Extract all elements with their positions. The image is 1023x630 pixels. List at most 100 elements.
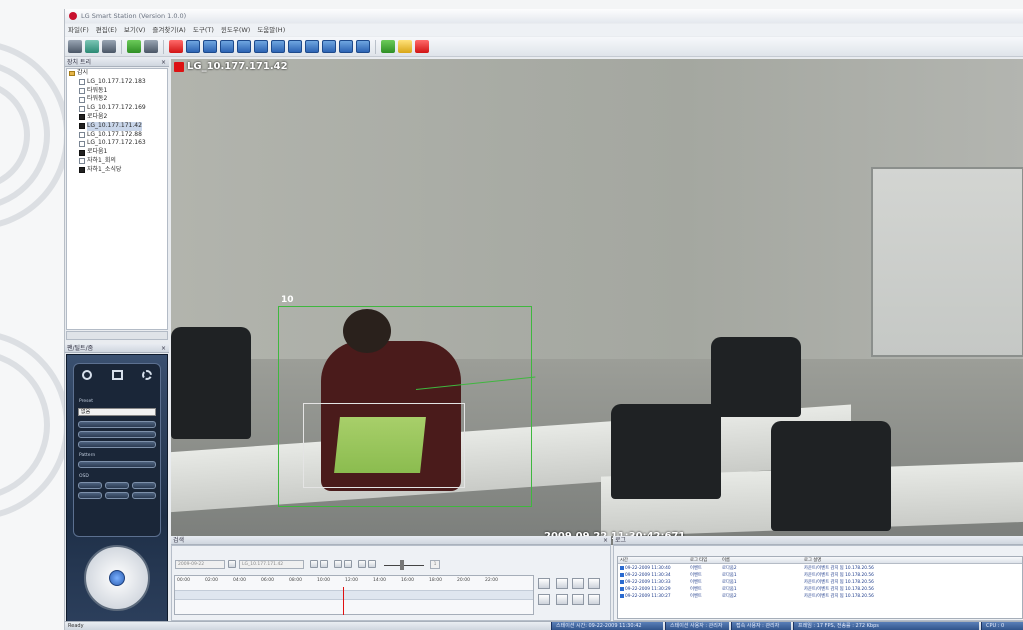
menu-file[interactable]: 파일(F)	[68, 24, 89, 36]
menu-favorites[interactable]: 즐겨찾기(A)	[152, 24, 185, 36]
focus-icon[interactable]	[112, 370, 123, 380]
log-row[interactable]: 09-22-2009 11:30:34 이벤트 로다움1 카운트/이벤트 감지 …	[618, 572, 1022, 579]
monitor-8-icon[interactable]	[305, 40, 319, 53]
menu-edit[interactable]: 편집(E)	[96, 24, 117, 36]
zoom-out-icon[interactable]	[310, 560, 318, 568]
status-cpu: CPU : 0	[981, 622, 1023, 630]
zoom-icon[interactable]	[82, 370, 92, 380]
monitor-5-icon[interactable]	[254, 40, 268, 53]
play-icon[interactable]	[358, 560, 366, 568]
chart-icon[interactable]	[398, 40, 412, 53]
monitor-10-icon[interactable]	[339, 40, 353, 53]
backup-button[interactable]	[556, 594, 568, 605]
zoom-in-icon[interactable]	[320, 560, 328, 568]
tree-node[interactable]: 자하1_회의	[67, 157, 167, 166]
log-row[interactable]: 09-22-2009 11:30:29 이벤트 로다움1 카운트/이벤트 감지 …	[618, 586, 1022, 593]
tree-node[interactable]: LG_10.177.172.163	[67, 139, 167, 148]
close-icon[interactable]	[415, 40, 429, 53]
preset-select[interactable]: 없음	[78, 408, 156, 416]
add-icon[interactable]	[381, 40, 395, 53]
tree-node[interactable]: 자하1_소식당	[67, 166, 167, 175]
tree-node[interactable]: LG_10.177.172.183	[67, 78, 167, 87]
log-row[interactable]: 09-22-2009 11:30:27 이벤트 로다움2 카운트/이벤트 감지 …	[618, 593, 1022, 600]
monitor-4-icon[interactable]	[237, 40, 251, 53]
timeline-prev-button[interactable]	[538, 578, 550, 589]
osd-up-button[interactable]	[105, 482, 129, 489]
monitor-3-icon[interactable]	[220, 40, 234, 53]
iris-icon[interactable]	[142, 370, 152, 380]
tree-node[interactable]: LG_10.177.172.169	[67, 104, 167, 113]
osd-left-button[interactable]	[78, 492, 102, 499]
monitor-11-icon[interactable]	[356, 40, 370, 53]
home-icon[interactable]	[109, 570, 125, 586]
ptz-joystick[interactable]	[84, 545, 150, 611]
camera-icon	[79, 87, 85, 94]
forward-button[interactable]	[588, 578, 600, 589]
column-header-description[interactable]: 로그 설명	[804, 557, 1020, 564]
video-view[interactable]: 10 LG_10.177.171.42 2009.09.22 11:30:42:…	[171, 59, 1023, 545]
ptz-panel-close-button[interactable]: ×	[161, 344, 166, 353]
monitor-9-icon[interactable]	[322, 40, 336, 53]
monitor-1-icon[interactable]	[186, 40, 200, 53]
step-forward-icon[interactable]	[344, 560, 352, 568]
rewind-button[interactable]	[556, 578, 568, 589]
preset-set-button[interactable]	[78, 421, 156, 428]
column-header-time[interactable]: 시간	[620, 557, 688, 564]
network-icon[interactable]	[127, 40, 141, 53]
menu-help[interactable]: 도움말(H)	[257, 24, 285, 36]
menu-view[interactable]: 보기(V)	[124, 24, 145, 36]
timeline-next-button[interactable]	[538, 594, 550, 605]
menu-tools[interactable]: 도구(T)	[193, 24, 214, 36]
event-icon	[620, 565, 624, 570]
print-icon[interactable]	[144, 40, 158, 53]
video-chair	[171, 327, 251, 439]
timeline-track[interactable]	[175, 590, 533, 600]
camera-label: LG_10.177.171.42	[171, 61, 288, 72]
speed-value[interactable]: 1	[430, 560, 440, 569]
tree-node[interactable]: 로다움1	[67, 148, 167, 157]
record-icon[interactable]	[169, 40, 183, 53]
tree-panel-close-button[interactable]: ×	[161, 58, 166, 67]
screen-layout-icon[interactable]	[68, 40, 82, 53]
calendar-icon[interactable]	[228, 560, 236, 568]
speed-slider-track[interactable]	[384, 565, 424, 566]
tree-node-selected[interactable]: LG_10.177.171.42	[67, 121, 167, 131]
menu-window[interactable]: 윈도우(W)	[221, 24, 250, 36]
tree-node[interactable]: 로다움2	[67, 113, 167, 122]
monitor-6-icon[interactable]	[271, 40, 285, 53]
tree-node[interactable]: 타워동1	[67, 87, 167, 96]
search-date-field[interactable]: 2009-09-22	[175, 560, 225, 569]
osd-enter-button[interactable]	[78, 482, 102, 489]
search-panel: 2009-09-22 LG_10.177.171.42 1 00:00 02:0…	[171, 545, 611, 621]
gear-icon[interactable]	[102, 40, 116, 53]
search-panel-close-button[interactable]: ×	[603, 536, 608, 545]
monitor-7-icon[interactable]	[288, 40, 302, 53]
osd-down-button[interactable]	[105, 492, 129, 499]
timeline[interactable]: 00:00 02:00 04:00 06:00 08:00 10:00 12:0…	[174, 575, 534, 615]
pattern-run-button[interactable]	[78, 461, 156, 468]
timeline-playhead[interactable]	[343, 587, 344, 615]
tree-horizontal-scrollbar[interactable]	[66, 331, 168, 340]
column-header-type[interactable]: 로그 타입	[690, 557, 720, 564]
osd-exit-button[interactable]	[132, 482, 156, 489]
export-button[interactable]	[588, 594, 600, 605]
play-button[interactable]	[572, 578, 584, 589]
preset-go-button[interactable]	[78, 431, 156, 438]
speed-slider-thumb[interactable]	[400, 560, 404, 570]
search-icon[interactable]	[85, 40, 99, 53]
log-row[interactable]: 09-22-2009 11:30:40 이벤트 로다움2 카운트/이벤트 감지 …	[618, 565, 1022, 572]
preset-clear-button[interactable]	[78, 441, 156, 448]
tree-node[interactable]: LG_10.177.172.88	[67, 131, 167, 140]
tree-node[interactable]: 타워동2	[67, 95, 167, 104]
tree-node[interactable]: 감시	[67, 69, 167, 78]
monitor-2-icon[interactable]	[203, 40, 217, 53]
column-header-name[interactable]: 이름	[722, 557, 802, 564]
camera-icon	[79, 105, 85, 112]
step-back-icon[interactable]	[334, 560, 342, 568]
search-device-field[interactable]: LG_10.177.171.42	[239, 560, 304, 569]
log-row[interactable]: 09-22-2009 11:30:33 이벤트 로다움1 카운트/이벤트 감지 …	[618, 579, 1022, 586]
pause-icon[interactable]	[368, 560, 376, 568]
snapshot-button[interactable]	[572, 594, 584, 605]
osd-right-button[interactable]	[132, 492, 156, 499]
camera-icon	[79, 140, 85, 147]
